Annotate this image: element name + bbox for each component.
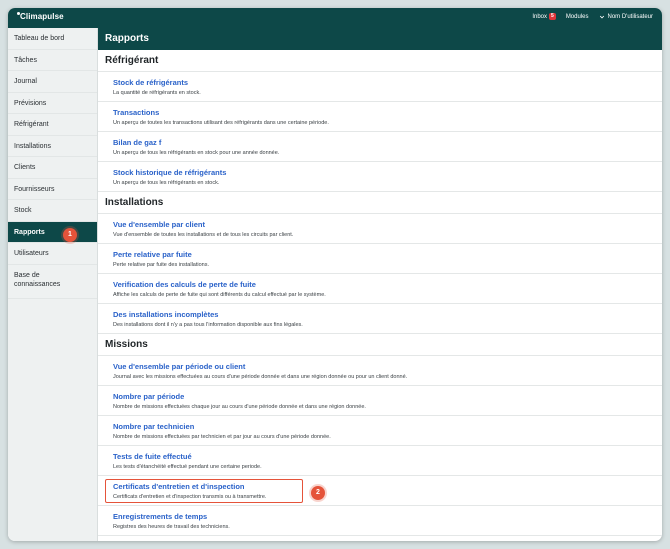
section-title-installations: Installations <box>98 192 662 214</box>
report-link[interactable]: Stock historique de réfrigérants <box>113 168 662 178</box>
report-item[interactable]: Verification des calculs de perte de fui… <box>98 274 662 304</box>
sidebar-item-taches[interactable]: Tâches <box>8 50 97 71</box>
report-description: Registres des heures de travail des tech… <box>113 524 230 530</box>
sidebar-item-installations[interactable]: Installations <box>8 136 97 157</box>
report-description: Affiche les calculs de perte de fuite qu… <box>113 292 326 298</box>
report-link[interactable]: Tests de fuite effectué <box>113 452 662 462</box>
sidebar-item-label: Rapports <box>14 228 45 236</box>
chevron-down-icon <box>599 15 604 18</box>
report-link[interactable]: Bilan de gaz f <box>113 138 662 148</box>
report-item[interactable]: Bilan de gaz f Un aperçu de tous les réf… <box>98 132 662 162</box>
sidebar-item-base-de-connaissances[interactable]: Base de connaissances <box>8 265 97 299</box>
sidebar-item-previsions[interactable]: Prévisions <box>8 93 97 114</box>
report-description: Vue d'ensemble de toutes les installatio… <box>113 232 294 238</box>
report-link[interactable]: Stock de réfrigérants <box>113 78 662 88</box>
sidebar-item-stock[interactable]: Stock <box>8 200 97 222</box>
report-link[interactable]: Des installations incomplètes <box>113 310 662 320</box>
sidebar: Tableau de bord Tâches Journal Prévision… <box>8 28 98 541</box>
report-item[interactable]: Vue d'ensemble par client Vue d'ensemble… <box>98 214 662 244</box>
report-item[interactable]: Des installations incomplètes Des instal… <box>98 304 662 334</box>
page-title: Rapports <box>98 28 662 50</box>
user-menu[interactable]: Nom D'utilisateur <box>599 13 654 20</box>
report-link[interactable]: Nombre par technicien <box>113 422 662 432</box>
section-title-missions: Missions <box>98 334 662 356</box>
inbox-label: Inbox <box>532 13 548 20</box>
sidebar-item-utilisateurs[interactable]: Utilisateurs <box>8 243 97 265</box>
report-link[interactable]: Enregistrements de temps <box>113 512 662 522</box>
report-item-highlighted[interactable]: Certificats d'entretien et d'inspection … <box>98 476 662 506</box>
report-item[interactable]: Stock de réfrigérants La quantité de réf… <box>98 72 662 102</box>
sidebar-item-tableau-de-bord[interactable]: Tableau de bord <box>8 28 97 50</box>
report-item[interactable]: Nombre par technicien Nombre de missions… <box>98 416 662 446</box>
sidebar-item-label-line2: connaissances <box>14 280 61 288</box>
modules-link[interactable]: Modules <box>566 14 589 20</box>
report-link[interactable]: Vue d'ensemble par période ou client <box>113 362 662 372</box>
report-description: Les tests d'étanchéité effectué pendant … <box>113 464 262 470</box>
sidebar-item-journal[interactable]: Journal <box>8 71 97 93</box>
report-link[interactable]: Vue d'ensemble par client <box>113 220 662 230</box>
sidebar-item-rapports[interactable]: Rapports <box>8 221 97 243</box>
report-link[interactable]: Verification des calculs de perte de fui… <box>113 280 662 290</box>
report-item[interactable]: Transactions Un aperçu de toutes les tra… <box>98 102 662 132</box>
top-bar: Climapulse Inbox 5 Modules Nom D'utilisa… <box>8 8 662 28</box>
step-marker-2: 2 <box>311 486 325 500</box>
report-description: Perte relative par fuite des installatio… <box>113 262 209 268</box>
report-description: Nombre de missions effectuées par techni… <box>113 434 331 440</box>
report-item[interactable]: Vue d'ensemble par période ou client Jou… <box>98 356 662 386</box>
report-link[interactable]: Perte relative par fuite <box>113 250 662 260</box>
app-logo[interactable]: Climapulse <box>17 12 64 21</box>
sidebar-item-fournisseurs[interactable]: Fournisseurs <box>8 179 97 200</box>
report-item[interactable]: Nombre par période Nombre de missions ef… <box>98 386 662 416</box>
report-link[interactable]: Nombre par période <box>113 392 662 402</box>
sidebar-item-label-line1: Base de <box>14 271 40 279</box>
report-description: Nombre de missions effectuées chaque jou… <box>113 404 366 410</box>
inbox-link[interactable]: Inbox 5 <box>532 13 556 20</box>
report-description: Des installations dont il n'y a pas tous… <box>113 322 303 328</box>
report-description: Un aperçu de tous les réfrigérants en st… <box>113 150 280 156</box>
section-title-refrigerant: Réfrigérant <box>98 50 662 72</box>
step-marker-1: 1 <box>63 228 77 242</box>
top-nav: Inbox 5 Modules Nom D'utilisateur <box>532 13 653 20</box>
report-item[interactable]: Perte relative par fuite Perte relative … <box>98 244 662 274</box>
inbox-count-badge: 5 <box>549 13 556 20</box>
app-window: Climapulse Inbox 5 Modules Nom D'utilisa… <box>8 8 662 541</box>
report-description: La quantité de réfrigérants en stock. <box>113 90 201 96</box>
report-description: Un aperçu de tous les réfrigérants en st… <box>113 180 220 186</box>
report-link[interactable]: Transactions <box>113 108 662 118</box>
sidebar-item-clients[interactable]: Clients <box>8 157 97 179</box>
main-content: Rapports Réfrigérant Stock de réfrigéran… <box>98 28 662 541</box>
report-item[interactable]: Tests de fuite effectué Les tests d'étan… <box>98 446 662 476</box>
report-description: Journal avec les missions effectuées au … <box>113 374 408 380</box>
report-description: Un aperçu de toutes les transactions uti… <box>113 120 329 126</box>
highlight-box <box>105 479 303 503</box>
report-item[interactable]: Stock historique de réfrigérants Un aper… <box>98 162 662 192</box>
report-item[interactable]: Enregistrements de temps Registres des h… <box>98 506 662 536</box>
user-name: Nom D'utilisateur <box>607 13 654 20</box>
sidebar-item-refrigerant[interactable]: Réfrigérant <box>8 114 97 136</box>
